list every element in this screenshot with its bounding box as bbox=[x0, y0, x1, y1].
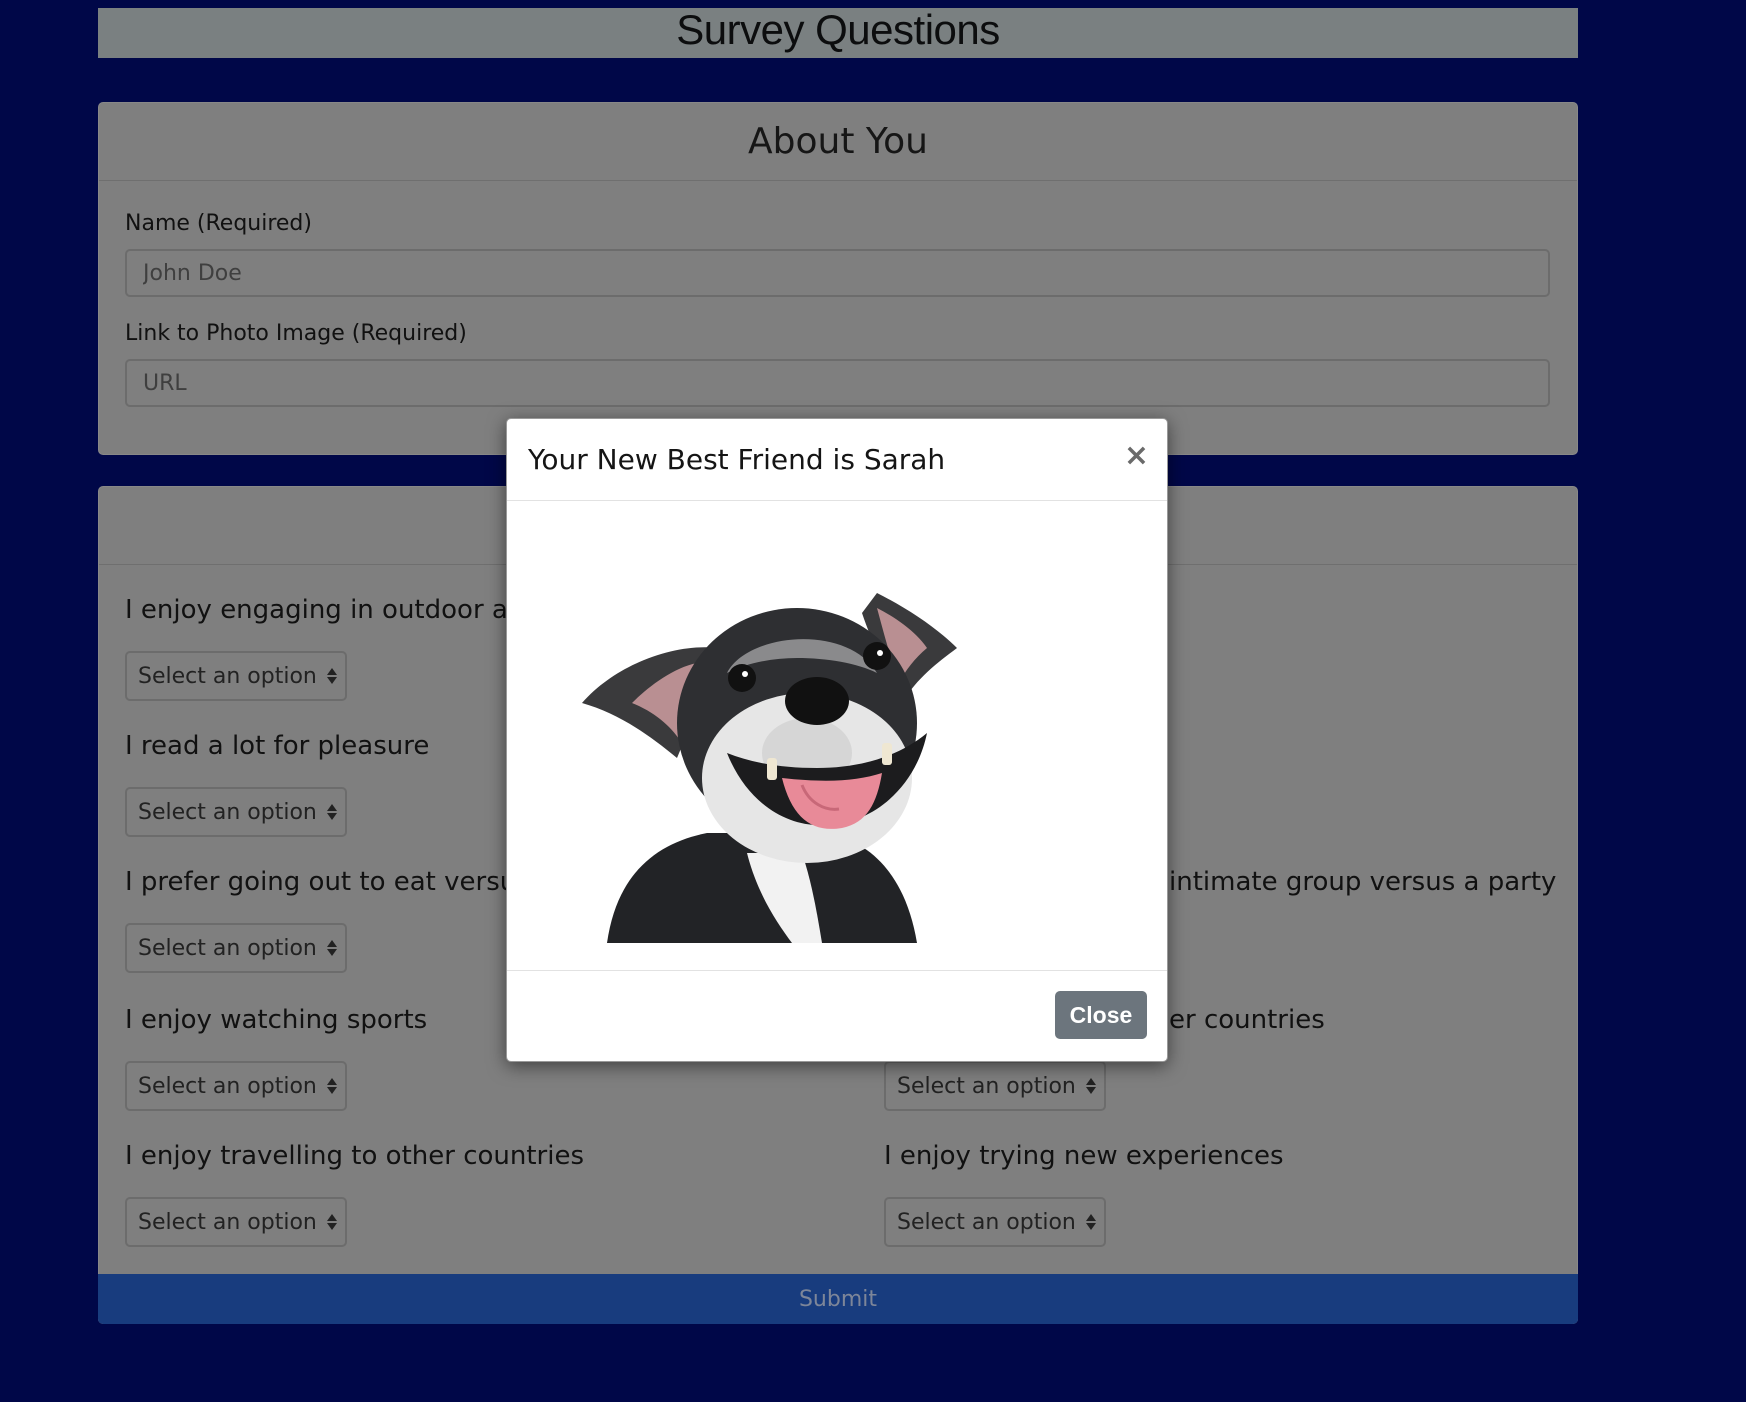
about-you-header: About You bbox=[99, 103, 1577, 181]
select-arrows-icon bbox=[1086, 1078, 1096, 1094]
question-reading: I read a lot for pleasure bbox=[125, 731, 430, 761]
select-reading[interactable]: Select an option bbox=[125, 787, 347, 837]
close-button[interactable]: Close bbox=[1055, 991, 1147, 1039]
survey-page: Survey Questions About You Name (Require… bbox=[0, 0, 1746, 1402]
select-arrows-icon bbox=[1086, 1214, 1096, 1230]
dog-photo bbox=[582, 593, 957, 943]
question-other-countries: er countries bbox=[1169, 1005, 1325, 1035]
select-sports-value: Select an option bbox=[138, 1073, 317, 1099]
select-outdoor-value: Select an option bbox=[138, 663, 317, 689]
question-travelling: I enjoy travelling to other countries bbox=[125, 1141, 585, 1171]
modal-body bbox=[507, 501, 1167, 971]
select-eating-out-value: Select an option bbox=[138, 935, 317, 961]
select-arrows-icon bbox=[327, 804, 337, 820]
close-icon[interactable]: × bbox=[1124, 441, 1149, 471]
select-reading-value: Select an option bbox=[138, 799, 317, 825]
question-eating-out: I prefer going out to eat versus bbox=[125, 867, 530, 897]
select-new-experiences-value: Select an option bbox=[897, 1209, 1076, 1235]
photo-url-input[interactable] bbox=[125, 359, 1550, 407]
photo-label: Link to Photo Image (Required) bbox=[125, 321, 467, 346]
select-arrows-icon bbox=[327, 940, 337, 956]
question-sports: I enjoy watching sports bbox=[125, 1005, 428, 1035]
submit-button[interactable]: Submit bbox=[98, 1274, 1578, 1324]
modal-footer: Close bbox=[507, 971, 1167, 1061]
page-title: Survey Questions bbox=[676, 6, 1000, 53]
question-intimate-group: intimate group versus a party bbox=[1169, 867, 1557, 897]
select-arrows-icon bbox=[327, 1078, 337, 1094]
modal-header: Your New Best Friend is Sarah × bbox=[507, 419, 1167, 501]
select-sports[interactable]: Select an option bbox=[125, 1061, 347, 1111]
select-new-experiences[interactable]: Select an option bbox=[884, 1197, 1106, 1247]
select-other-countries[interactable]: Select an option bbox=[884, 1061, 1106, 1111]
title-bar: Survey Questions bbox=[98, 6, 1578, 58]
select-travelling-value: Select an option bbox=[138, 1209, 317, 1235]
about-you-card: About You Name (Required) Link to Photo … bbox=[98, 102, 1578, 455]
select-arrows-icon bbox=[327, 1214, 337, 1230]
select-arrows-icon bbox=[327, 668, 337, 684]
name-input[interactable] bbox=[125, 249, 1550, 297]
modal-title: Your New Best Friend is Sarah bbox=[528, 443, 946, 476]
question-outdoor: I enjoy engaging in outdoor act bbox=[125, 595, 533, 625]
about-you-heading: About You bbox=[748, 121, 928, 162]
select-travelling[interactable]: Select an option bbox=[125, 1197, 347, 1247]
select-outdoor[interactable]: Select an option bbox=[125, 651, 347, 701]
result-modal: Your New Best Friend is Sarah × Close bbox=[506, 418, 1168, 1062]
select-other-countries-value: Select an option bbox=[897, 1073, 1076, 1099]
name-label: Name (Required) bbox=[125, 211, 312, 236]
select-eating-out[interactable]: Select an option bbox=[125, 923, 347, 973]
question-new-experiences: I enjoy trying new experiences bbox=[884, 1141, 1284, 1171]
